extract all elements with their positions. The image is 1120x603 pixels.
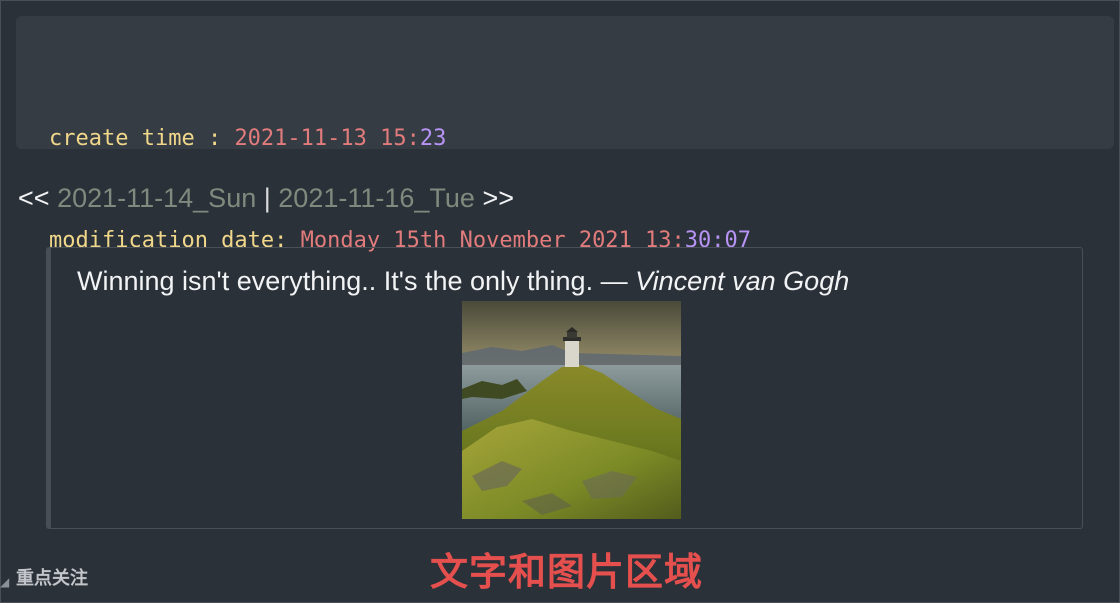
nav-separator: | [263,183,271,213]
lighthouse-photo [462,301,681,519]
quote-author: Vincent van Gogh [635,266,850,296]
create-time-line: create time : 2021-11-13 15:23 [49,122,1114,156]
region-caption: 文字和图片区域 [430,550,704,594]
create-time-label: create time : [49,126,235,151]
prev-arrow: << [18,183,50,213]
side-tick-mark: ◢ [0,575,10,589]
create-time-minute: 23 [419,126,447,151]
next-day-link[interactable]: 2021-11-16_Tue [278,183,475,213]
focus-label: 重点关注 [16,568,88,589]
quote-text: Winning isn't everything.. It's the only… [77,266,636,296]
create-time-value: 2021-11-13 15: [234,126,420,151]
next-arrow: >> [482,183,514,213]
frontmatter-code-block: create time : 2021-11-13 15:23 modificat… [16,16,1114,253]
daily-note-navigation: << 2021-11-14_Sun | 2021-11-16_Tue >> [18,180,514,216]
prev-day-link[interactable]: 2021-11-14_Sun [57,183,256,213]
quote-line: Winning isn't everything.. It's the only… [77,264,849,298]
quote-blockquote: Winning isn't everything.. It's the only… [46,247,1083,529]
